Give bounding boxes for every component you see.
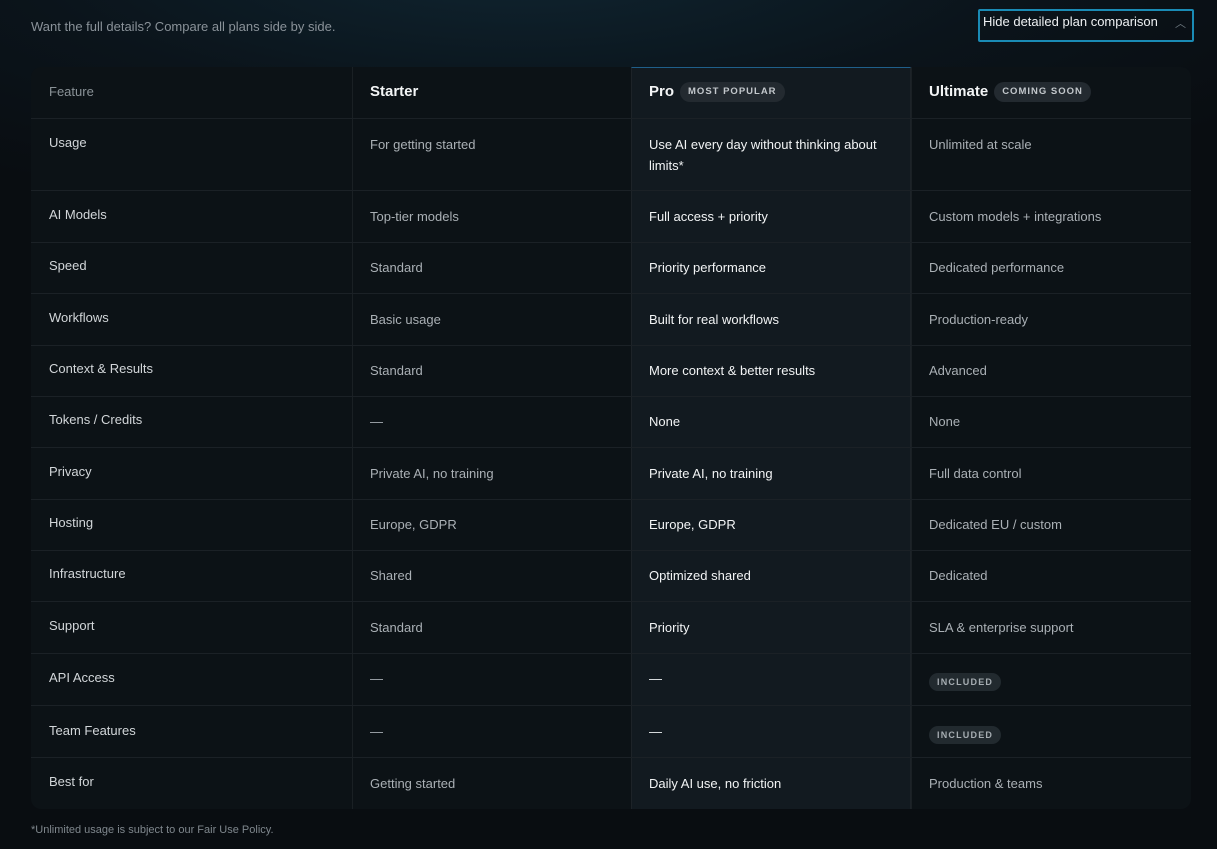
starter-value: —: [352, 654, 631, 705]
feature-label: Infrastructure: [49, 566, 126, 581]
table-row: Privacy Private AI, no training Private …: [31, 448, 1191, 500]
feature-label: Team Features: [49, 723, 136, 738]
feature-label: Speed: [49, 258, 87, 273]
starter-value: Getting started: [370, 776, 456, 791]
starter-value: —: [352, 706, 631, 757]
starter-value: Top-tier models: [370, 209, 459, 224]
included-badge: INCLUDED: [929, 673, 1002, 691]
table-row: Team Features — — INCLUDED: [31, 706, 1191, 758]
starter-value: Europe, GDPR: [370, 517, 457, 532]
table-row: AI Models Top-tier models Full access + …: [31, 191, 1191, 243]
pro-value: Europe, GDPR: [649, 517, 736, 532]
starter-value: Basic usage: [370, 312, 441, 327]
ultimate-value: Custom models + integrations: [929, 209, 1102, 224]
feature-label: Support: [49, 618, 95, 633]
table-row: Speed Standard Priority performance Dedi…: [31, 243, 1191, 294]
pro-value: Use AI every day without thinking about …: [649, 137, 877, 173]
ultimate-value: Dedicated: [929, 568, 988, 583]
feature-column-header: Feature: [49, 84, 94, 99]
feature-label: Hosting: [49, 515, 94, 530]
starter-value: Standard: [370, 363, 423, 378]
ultimate-value: None: [929, 414, 961, 429]
plan-name-ultimate: Ultimate: [929, 83, 989, 100]
starter-value: Shared: [370, 568, 412, 583]
starter-value: Private AI, no training: [370, 466, 494, 481]
included-badge: INCLUDED: [929, 726, 1002, 744]
feature-label: Context & Results: [49, 361, 154, 376]
ultimate-value: SLA & enterprise support: [929, 620, 1074, 635]
ultimate-value: Full data control: [929, 466, 1022, 481]
dash-value: —: [649, 671, 662, 686]
pro-value: Optimized shared: [649, 568, 751, 583]
feature-label: Usage: [49, 135, 87, 150]
plan-header-starter: Starter: [352, 67, 631, 118]
starter-value: —: [352, 397, 631, 447]
chevron-up-icon: ︿: [1175, 18, 1186, 30]
ultimate-value: INCLUDED: [911, 706, 1191, 757]
pro-value: Built for real workflows: [649, 312, 780, 327]
pro-value: More context & better results: [649, 363, 816, 378]
starter-value: For getting started: [370, 137, 476, 152]
plan-header-ultimate: Ultimate COMING SOON: [911, 67, 1191, 118]
pro-value: Priority performance: [649, 260, 767, 275]
feature-label: Privacy: [49, 464, 92, 479]
plan-comparison-table: Feature Starter Pro MOST POPULAR Ultimate…: [31, 67, 1191, 809]
table-row: Context & Results Standard More context …: [31, 346, 1191, 397]
starter-value: Standard: [370, 620, 423, 635]
pro-value: None: [649, 414, 681, 429]
table-header-row: Feature Starter Pro MOST POPULAR Ultimate…: [31, 67, 1191, 119]
ultimate-value: INCLUDED: [911, 654, 1191, 705]
ultimate-value: Dedicated performance: [929, 260, 1065, 275]
pro-value: Full access + priority: [649, 209, 768, 224]
ultimate-value: Production & teams: [929, 776, 1043, 791]
table-row: Usage For getting started Use AI every d…: [31, 119, 1191, 191]
feature-label: API Access: [49, 670, 115, 685]
starter-value: Standard: [370, 260, 423, 275]
plan-name-pro: Pro: [649, 83, 675, 100]
dash-value: —: [649, 724, 662, 739]
table-row: Support Standard Priority SLA & enterpri…: [31, 602, 1191, 654]
dash-value: —: [370, 724, 383, 739]
ultimate-value: Production-ready: [929, 312, 1028, 327]
table-row: Infrastructure Shared Optimized shared D…: [31, 551, 1191, 602]
dash-value: —: [370, 414, 383, 429]
fair-use-footnote: *Unlimited usage is subject to our Fair …: [31, 824, 274, 836]
table-row: Best for Getting started Daily AI use, n…: [31, 758, 1191, 809]
most-popular-badge: MOST POPULAR: [680, 82, 785, 102]
toggle-label: Hide detailed plan comparison: [983, 14, 1158, 29]
pro-value: Priority: [649, 620, 690, 635]
ultimate-value: Unlimited at scale: [929, 137, 1032, 152]
feature-label: AI Models: [49, 207, 107, 222]
comparison-intro: Want the full details? Compare all plans…: [31, 19, 336, 34]
hide-comparison-button[interactable]: Hide detailed plan comparison ︿: [978, 9, 1194, 42]
ultimate-value: Dedicated EU / custom: [929, 517, 1062, 532]
feature-label: Best for: [49, 774, 94, 789]
table-row: Hosting Europe, GDPR Europe, GDPR Dedica…: [31, 500, 1191, 551]
feature-label: Tokens / Credits: [49, 412, 143, 427]
plan-name-starter: Starter: [370, 83, 419, 100]
pro-value: Private AI, no training: [649, 466, 773, 481]
table-row: Tokens / Credits — None None: [31, 397, 1191, 448]
table-row: API Access — — INCLUDED: [31, 654, 1191, 706]
table-row: Workflows Basic usage Built for real wor…: [31, 294, 1191, 346]
feature-label: Workflows: [49, 310, 109, 325]
pro-value: —: [631, 654, 911, 705]
coming-soon-badge: COMING SOON: [994, 82, 1091, 102]
ultimate-value: Advanced: [929, 363, 987, 378]
dash-value: —: [370, 671, 383, 686]
pro-value: —: [631, 706, 911, 757]
plan-header-pro: Pro MOST POPULAR: [631, 67, 911, 118]
pro-value: Daily AI use, no friction: [649, 776, 782, 791]
